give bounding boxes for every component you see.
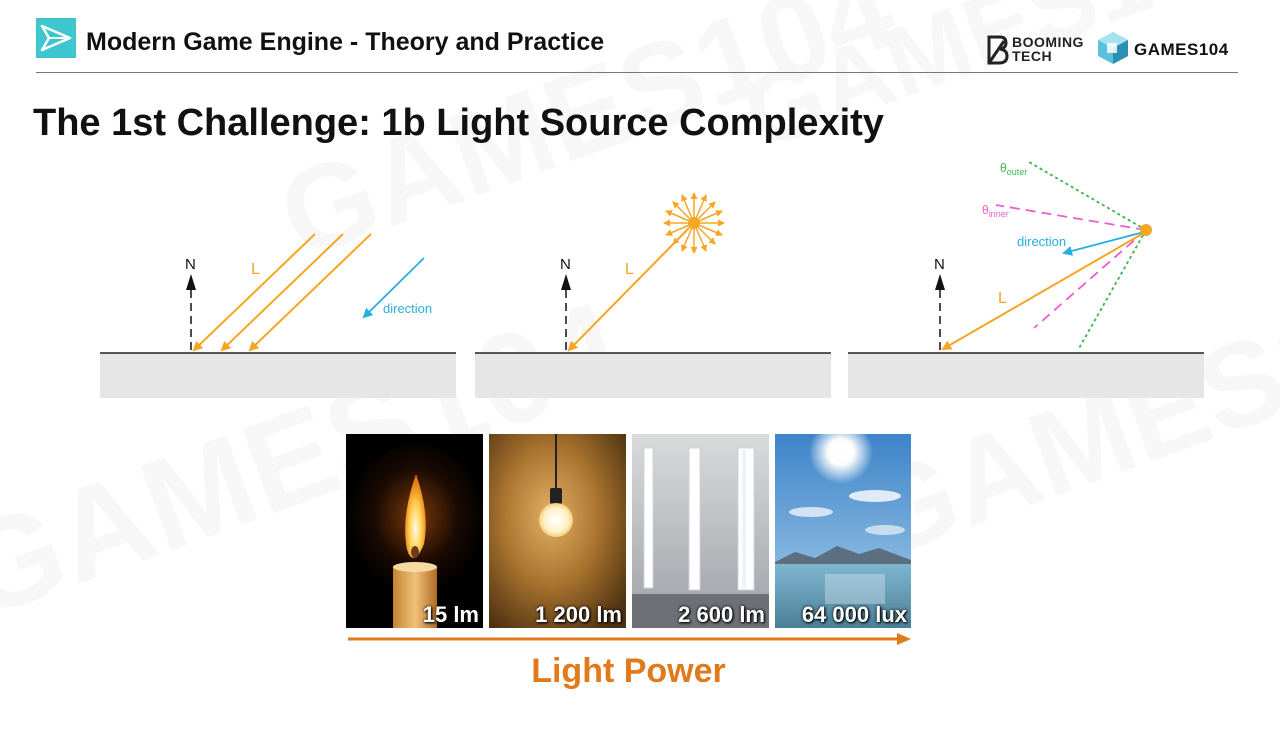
sun-lux-label: 64 000 lux <box>801 602 907 627</box>
outer-cone-lower <box>1077 229 1147 351</box>
light-power-arrow <box>348 633 911 645</box>
light-bulb-icon <box>489 434 626 628</box>
course-icon <box>36 18 76 58</box>
direction-label: direction <box>383 301 432 316</box>
light-label: L <box>998 290 1007 307</box>
fluorescent-tubes-icon <box>632 434 769 628</box>
fluorescent-photo: 2 600 lm <box>632 434 769 628</box>
ground <box>100 353 456 398</box>
normal-label: N <box>560 256 571 273</box>
candle-icon <box>346 434 483 628</box>
light-ray-1 <box>192 233 316 352</box>
svg-text:GAMES104: GAMES104 <box>729 0 1269 171</box>
light-ray <box>567 227 690 352</box>
normal-arrowhead <box>561 274 571 290</box>
inner-angle-sub: inner <box>989 209 1009 219</box>
fluorescent-lumen-label: 2 600 lm <box>678 602 765 627</box>
outer-angle-label: θouter <box>1000 161 1027 177</box>
point-light-diagram: N L <box>475 192 831 398</box>
directional-light-diagram: N L direction <box>100 233 456 398</box>
games104-logo: GAMES104 <box>1096 30 1240 66</box>
games104-logo-text: GAMES104 <box>1134 40 1229 59</box>
sun-over-sea-icon <box>775 434 911 628</box>
booming-tech-logo: BOOMING TECH <box>986 33 1088 67</box>
light-label: L <box>625 261 634 278</box>
ground <box>475 353 831 398</box>
ground <box>848 353 1204 398</box>
outer-angle-sub: outer <box>1007 167 1028 177</box>
bulb-lumen-label: 1 200 lm <box>535 602 622 627</box>
normal-label: N <box>934 256 945 273</box>
light-ray-2 <box>220 233 344 352</box>
light-ray <box>941 233 1143 351</box>
outer-cone-upper <box>1028 161 1147 231</box>
spot-light-source <box>1140 224 1152 236</box>
light-ray-3 <box>248 233 372 352</box>
sun-photo: 64 000 lux <box>775 434 911 628</box>
candle-lumen-label: 15 lm <box>422 602 479 627</box>
light-label: L <box>251 261 260 278</box>
candle-photo: 15 lm <box>346 434 483 628</box>
tech-logo-text: TECH <box>1012 48 1053 64</box>
direction-label: direction <box>1017 234 1066 249</box>
spot-light-diagram: N direction L θouter θinner <box>848 161 1204 398</box>
games-cube-icon <box>1098 32 1128 64</box>
normal-arrowhead <box>186 274 196 290</box>
course-title: Modern Game Engine - Theory and Practice <box>86 28 605 56</box>
booming-logo-icon <box>987 35 1009 65</box>
light-power-label: Light Power <box>531 652 726 690</box>
header-divider <box>36 72 1238 73</box>
point-light-center <box>688 217 700 229</box>
normal-arrowhead <box>935 274 945 290</box>
bulb-photo: 1 200 lm <box>489 434 626 628</box>
slide-title: The 1st Challenge: 1b Light Source Compl… <box>33 102 884 144</box>
normal-label: N <box>185 256 196 273</box>
slide: GAMES104 GAMES104 GAMES104 GAMES104 Mode… <box>0 0 1280 739</box>
inner-angle-label: θinner <box>982 203 1009 219</box>
